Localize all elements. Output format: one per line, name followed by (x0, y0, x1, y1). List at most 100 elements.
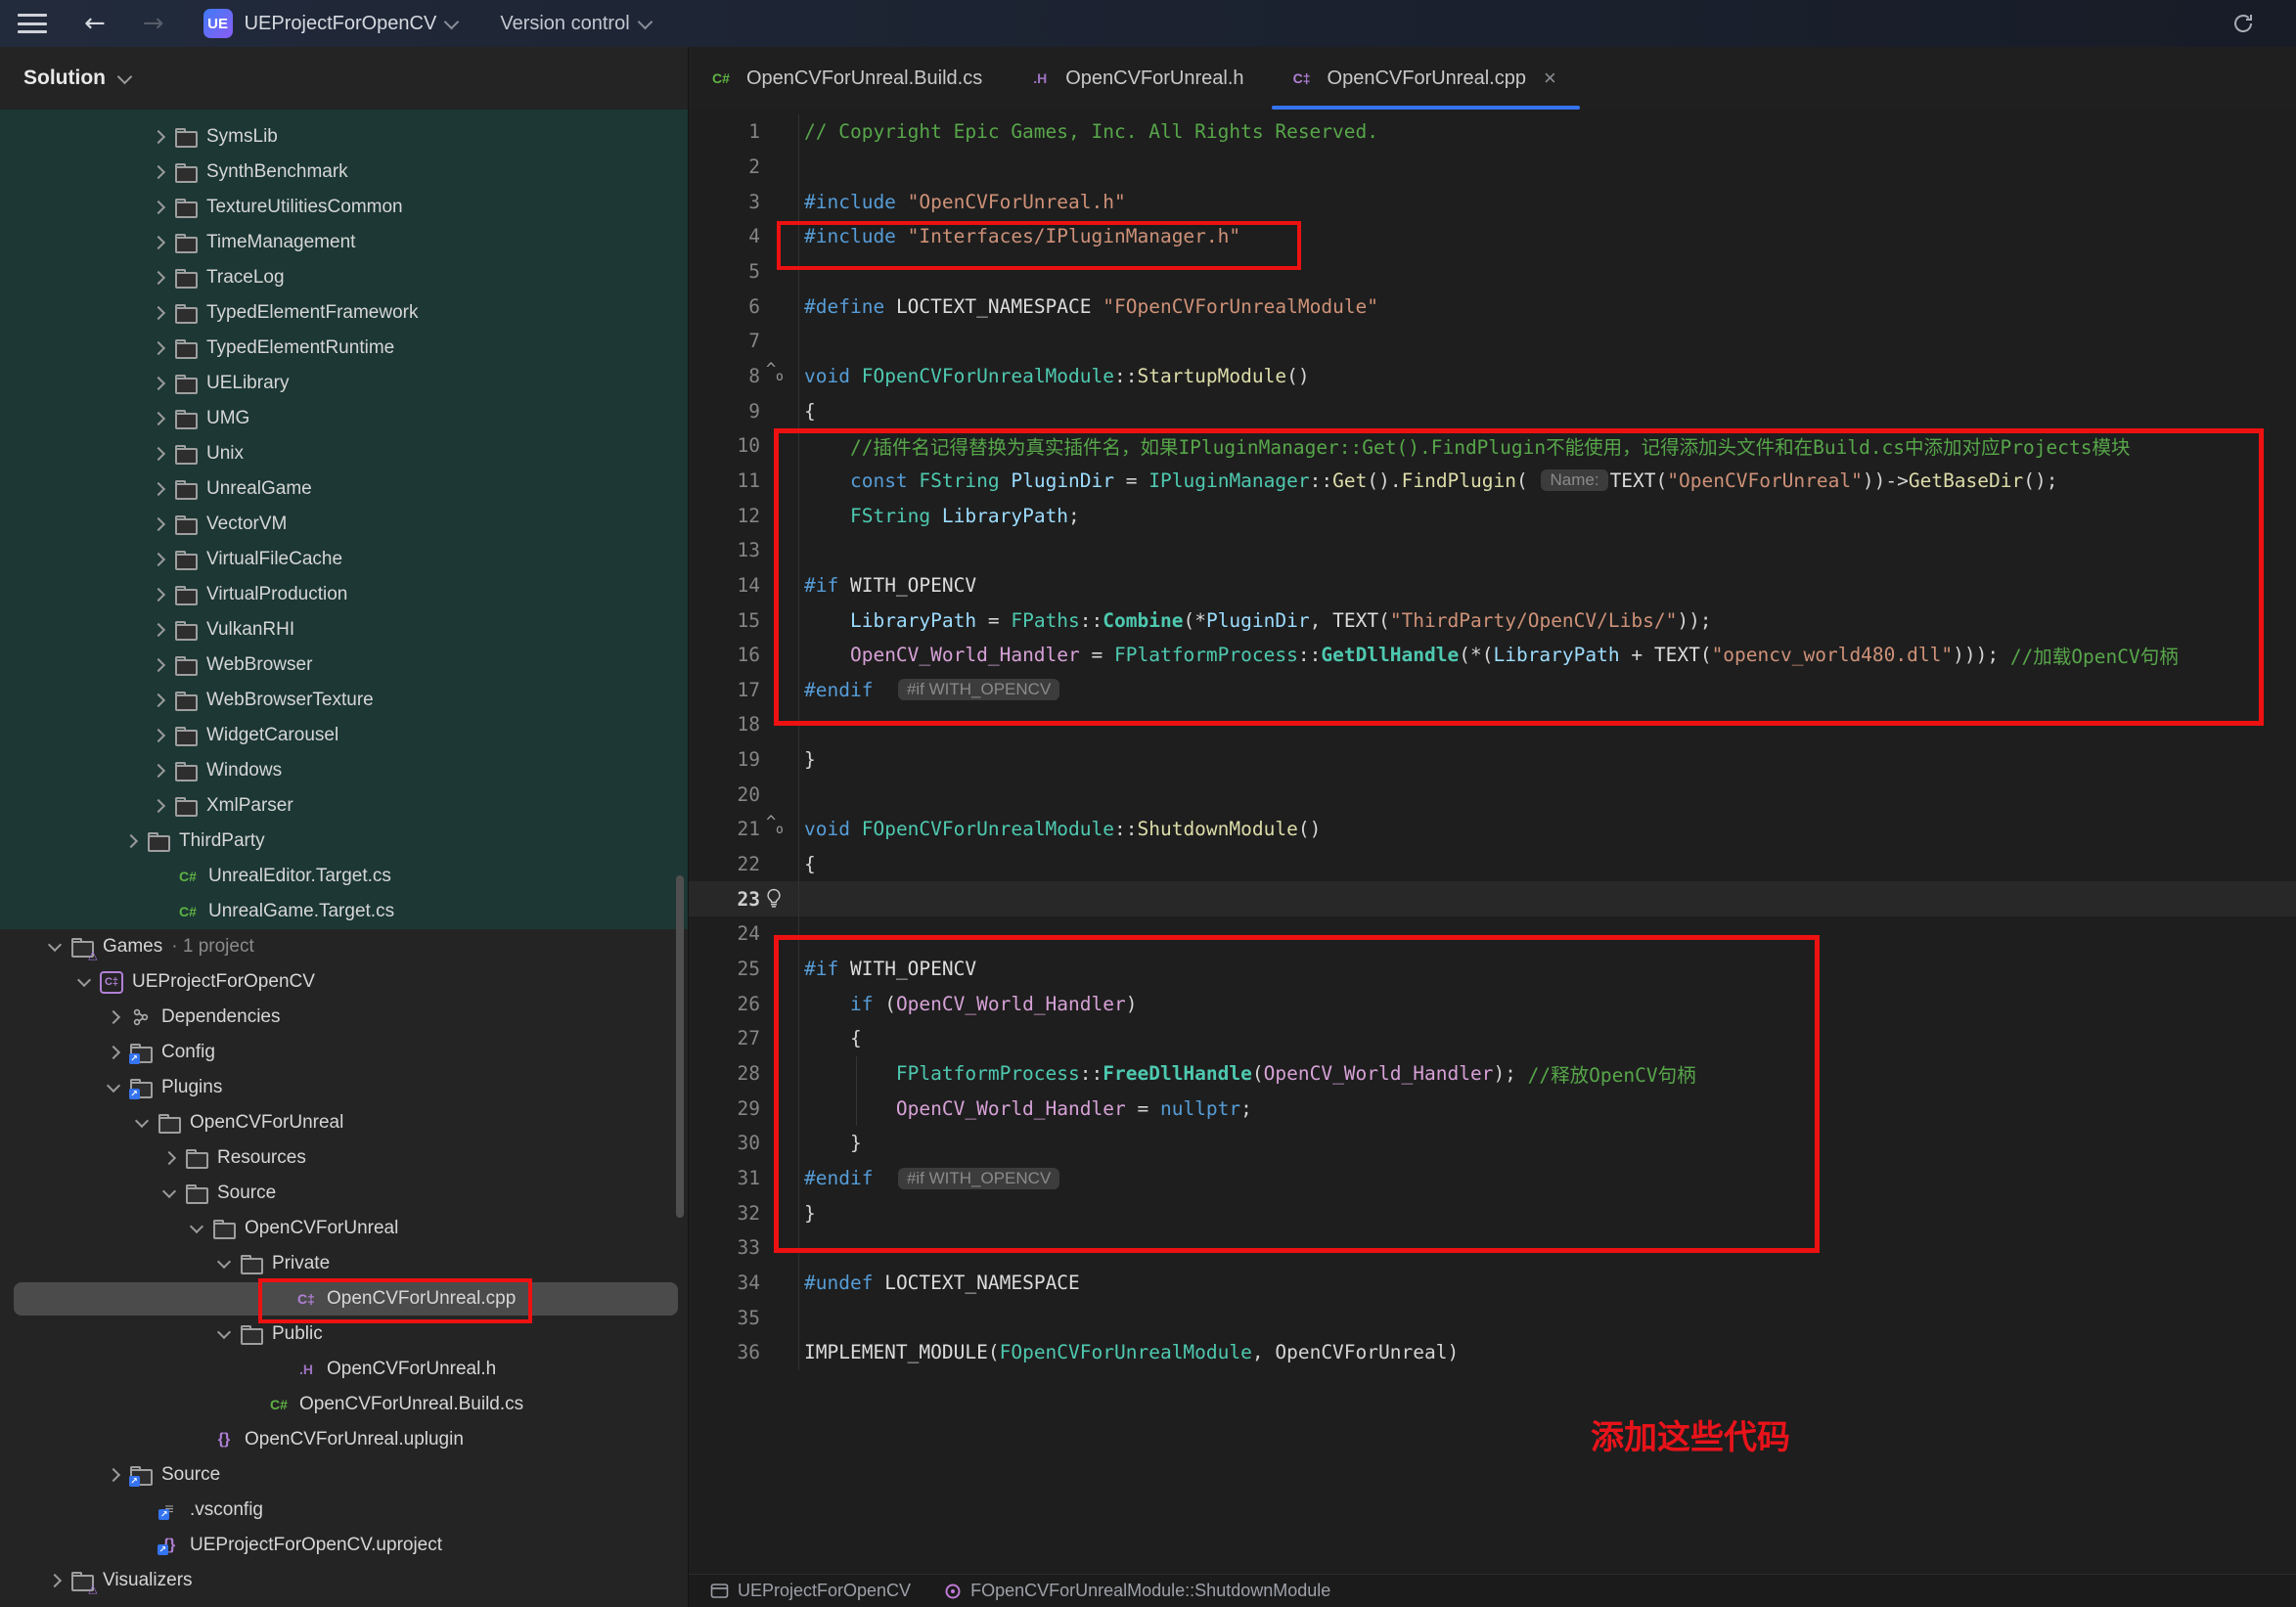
tree-item-source[interactable]: ↗Source (0, 1457, 688, 1493)
tree-item-xmlparser[interactable]: XmlParser (0, 788, 688, 824)
tree-item-games[interactable]: △Games· 1 project (0, 929, 688, 964)
tree-item-unix[interactable]: Unix (0, 436, 688, 471)
chevron-right-icon[interactable] (149, 374, 168, 393)
chevron-right-icon[interactable] (149, 796, 168, 816)
line-number[interactable]: 5 (689, 260, 760, 283)
code-line-36[interactable]: 36IMPLEMENT_MODULE(FOpenCVForUnrealModul… (689, 1335, 2296, 1370)
code-line-1[interactable]: 1// Copyright Epic Games, Inc. All Right… (689, 114, 2296, 150)
line-number[interactable]: 14 (689, 574, 760, 597)
line-number[interactable]: 23 (689, 888, 760, 911)
line-number[interactable]: 18 (689, 713, 760, 736)
code-line-27[interactable]: 27 { (689, 1021, 2296, 1056)
line-number[interactable]: 2 (689, 156, 760, 178)
line-number[interactable]: 31 (689, 1167, 760, 1189)
line-number[interactable]: 28 (689, 1062, 760, 1085)
tree-item-unrealeditor-target-cs[interactable]: C#UnrealEditor.Target.cs (0, 859, 688, 894)
tree-item-plugins[interactable]: ↗Plugins (0, 1070, 688, 1105)
code-line-31[interactable]: 31#endif #if WITH_OPENCV (689, 1161, 2296, 1196)
line-number[interactable]: 27 (689, 1027, 760, 1049)
line-number[interactable]: 30 (689, 1132, 760, 1154)
code-line-22[interactable]: 22{ (689, 847, 2296, 882)
chevron-down-icon[interactable] (159, 1183, 179, 1203)
line-number[interactable]: 3 (689, 191, 760, 213)
tree-item-virtualproduction[interactable]: VirtualProduction (0, 577, 688, 612)
line-number[interactable]: 17 (689, 679, 760, 701)
chevron-down-icon[interactable] (214, 1254, 234, 1273)
tree-item-unrealgame-target-cs[interactable]: C#UnrealGame.Target.cs (0, 894, 688, 929)
tree-scrollbar[interactable] (676, 875, 684, 1218)
chevron-right-icon[interactable] (149, 514, 168, 534)
chevron-right-icon[interactable] (149, 691, 168, 710)
tree-item-widgetcarousel[interactable]: WidgetCarousel (0, 718, 688, 753)
chevron-right-icon[interactable] (149, 162, 168, 182)
tree-item-private[interactable]: Private (0, 1246, 688, 1281)
chevron-right-icon[interactable] (159, 1148, 179, 1168)
chevron-down-icon[interactable] (214, 1324, 234, 1344)
code-line-4[interactable]: 4#include "Interfaces/IPluginManager.h" (689, 219, 2296, 254)
code-line-2[interactable]: 2 (689, 150, 2296, 185)
line-number[interactable]: 4 (689, 225, 760, 247)
status-context[interactable]: FOpenCVForUnrealModule::ShutdownModule (944, 1581, 1330, 1601)
tree-item-opencvforunreal[interactable]: OpenCVForUnreal (0, 1211, 688, 1246)
tree-item-webbrowsertexture[interactable]: WebBrowserTexture (0, 683, 688, 718)
chevron-right-icon[interactable] (149, 620, 168, 640)
code-line-14[interactable]: 14#if WITH_OPENCV (689, 568, 2296, 603)
code-line-26[interactable]: 26 if (OpenCV_World_Handler) (689, 986, 2296, 1021)
code-line-35[interactable]: 35 (689, 1300, 2296, 1335)
chevron-right-icon[interactable] (149, 585, 168, 604)
back-icon[interactable]: ← (84, 0, 106, 47)
chevron-right-icon[interactable] (121, 831, 141, 851)
line-number[interactable]: 26 (689, 993, 760, 1015)
tree-item-vulkanrhi[interactable]: VulkanRHI (0, 612, 688, 647)
code-line-17[interactable]: 17#endif #if WITH_OPENCV (689, 673, 2296, 708)
chevron-right-icon[interactable] (149, 338, 168, 358)
line-number[interactable]: 35 (689, 1307, 760, 1329)
code-line-29[interactable]: 29 OpenCV_World_Handler = nullptr; (689, 1091, 2296, 1126)
line-number[interactable]: 25 (689, 958, 760, 980)
chevron-right-icon[interactable] (45, 1571, 65, 1590)
code-line-21[interactable]: 21^ovoid FOpenCVForUnrealModule::Shutdow… (689, 812, 2296, 847)
code-line-3[interactable]: 3#include "OpenCVForUnreal.h" (689, 184, 2296, 219)
chevron-right-icon[interactable] (149, 198, 168, 217)
chevron-right-icon[interactable] (104, 1007, 123, 1027)
tab-opencvforunreal-build-cs[interactable]: C#OpenCVForUnreal.Build.cs (689, 47, 1008, 110)
tree-item-visualizers[interactable]: △Visualizers (0, 1563, 688, 1598)
line-number[interactable]: 32 (689, 1202, 760, 1225)
line-number[interactable]: 8 (689, 365, 760, 387)
chevron-down-icon[interactable] (104, 1078, 123, 1097)
line-number[interactable]: 13 (689, 539, 760, 561)
line-number[interactable]: 29 (689, 1097, 760, 1120)
chevron-right-icon[interactable] (149, 127, 168, 147)
tree-item-tracelog[interactable]: TraceLog (0, 260, 688, 295)
line-number[interactable]: 9 (689, 400, 760, 423)
tree-item-thirdparty[interactable]: ThirdParty (0, 824, 688, 859)
line-number[interactable]: 24 (689, 922, 760, 945)
chevron-right-icon[interactable] (104, 1043, 123, 1062)
tree-item-config[interactable]: ↗Config (0, 1035, 688, 1070)
line-number[interactable]: 12 (689, 505, 760, 527)
code-line-5[interactable]: 5 (689, 254, 2296, 290)
tab-opencvforunreal-h[interactable]: .HOpenCVForUnreal.h (1008, 47, 1269, 110)
code-line-18[interactable]: 18 (689, 707, 2296, 742)
tree-item-dependencies[interactable]: Dependencies (0, 1000, 688, 1035)
tree-item-ueprojectforopencv[interactable]: C‡UEProjectForOpenCV (0, 964, 688, 1000)
code-editor[interactable]: 1// Copyright Epic Games, Inc. All Right… (689, 110, 2296, 1575)
chevron-right-icon[interactable] (104, 1465, 123, 1485)
close-icon[interactable]: × (1544, 68, 1556, 88)
code-line-9[interactable]: 9{ (689, 393, 2296, 428)
tree-item-opencvforunreal-h[interactable]: .HOpenCVForUnreal.h (0, 1352, 688, 1387)
status-project[interactable]: UEProjectForOpenCV (710, 1581, 911, 1601)
chevron-right-icon[interactable] (149, 479, 168, 499)
chevron-right-icon[interactable] (149, 268, 168, 288)
line-number[interactable]: 11 (689, 469, 760, 492)
chevron-down-icon[interactable] (74, 972, 94, 992)
code-line-19[interactable]: 19} (689, 742, 2296, 778)
project-selector[interactable]: UEProjectForOpenCV (245, 13, 437, 35)
tree-item-webbrowser[interactable]: WebBrowser (0, 647, 688, 683)
chevron-right-icon[interactable] (149, 444, 168, 464)
line-number[interactable]: 33 (689, 1236, 760, 1259)
tree-item-opencvforunreal-cpp[interactable]: C‡OpenCVForUnreal.cpp (0, 1281, 688, 1317)
tree-item-source[interactable]: Source (0, 1176, 688, 1211)
tree-item-opencvforunreal-uplugin[interactable]: {}OpenCVForUnreal.uplugin (0, 1422, 688, 1457)
line-number[interactable]: 1 (689, 120, 760, 143)
